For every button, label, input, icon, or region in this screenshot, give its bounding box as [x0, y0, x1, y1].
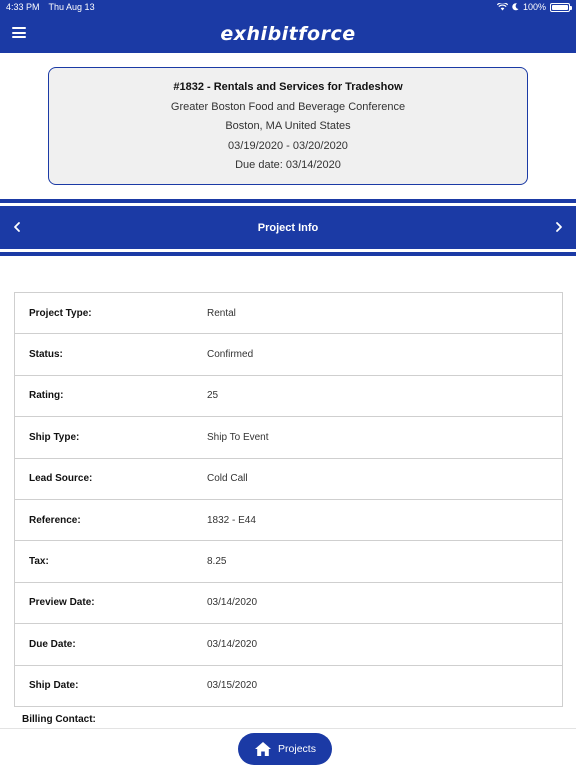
- field-label: Ship Type:: [29, 431, 80, 443]
- status-bar: 4:33 PM Thu Aug 13 100%: [0, 0, 576, 14]
- status-time: 4:33 PM: [6, 2, 40, 12]
- project-location: Boston, MA United States: [225, 120, 351, 132]
- field-value: 25: [207, 390, 219, 402]
- field-label: Project Type:: [29, 307, 92, 319]
- field-label: Tax:: [29, 556, 49, 568]
- chevron-right-icon[interactable]: [553, 220, 565, 234]
- table-row: Ship Type: Ship To Event: [14, 417, 563, 459]
- divider: [0, 199, 576, 203]
- section-nav-band: Project Info: [0, 199, 576, 258]
- field-value: 1832 - E44: [207, 514, 256, 526]
- field-label: Ship Date:: [29, 680, 79, 692]
- projects-button-label: Projects: [278, 743, 316, 755]
- field-label: Lead Source:: [29, 473, 93, 485]
- table-row: Due Date: 03/14/2020: [14, 624, 563, 666]
- table-row: Project Type: Rental: [14, 293, 563, 335]
- section-nav-bar: Project Info: [0, 206, 576, 249]
- field-value: Rental: [207, 307, 236, 319]
- table-row: Preview Date: 03/14/2020: [14, 582, 563, 625]
- table-row: Lead Source: Cold Call: [14, 458, 563, 500]
- table-row: Reference: 1832 - E44: [14, 499, 563, 542]
- bottom-bar: Projects: [0, 728, 576, 768]
- wifi-icon: [496, 3, 508, 11]
- divider: [0, 252, 576, 256]
- table-row: Rating: 25: [14, 375, 563, 418]
- project-dates: 03/19/2020 - 03/20/2020: [228, 139, 348, 152]
- field-value: 03/14/2020: [207, 597, 258, 609]
- project-summary-card: #1832 - Rentals and Services for Tradesh…: [48, 67, 528, 185]
- project-due-date: Due date: 03/14/2020: [235, 159, 341, 171]
- table-row: Tax: 8.25: [14, 541, 563, 583]
- menu-icon[interactable]: [12, 27, 26, 38]
- moon-icon: [512, 3, 519, 11]
- billing-contact-label: Billing Contact:: [22, 714, 96, 725]
- field-label: Status:: [29, 349, 63, 361]
- field-value: 03/14/2020: [207, 638, 258, 650]
- field-label: Preview Date:: [29, 597, 95, 609]
- home-icon: [255, 742, 272, 756]
- section-title: Project Info: [257, 221, 319, 234]
- status-date: Thu Aug 13: [48, 2, 95, 12]
- app-logo: exhibitforce: [220, 22, 356, 45]
- field-value: 8.25: [207, 556, 227, 568]
- project-event: Greater Boston Food and Beverage Confere…: [170, 100, 406, 113]
- table-row: Ship Date: 03/15/2020: [14, 665, 563, 707]
- field-value: Ship To Event: [207, 431, 269, 443]
- battery-icon: [550, 2, 572, 12]
- field-value: Cold Call: [207, 473, 248, 485]
- projects-button[interactable]: Projects: [238, 733, 332, 765]
- battery-percent: 100%: [522, 2, 546, 12]
- field-label: Rating:: [29, 390, 64, 402]
- field-label: Due Date:: [29, 638, 76, 650]
- field-value: 03/15/2020: [207, 680, 258, 692]
- field-label: Reference:: [29, 514, 81, 526]
- project-title: #1832 - Rentals and Services for Tradesh…: [173, 81, 403, 93]
- table-row: Status: Confirmed: [14, 334, 563, 376]
- chevron-left-icon[interactable]: [11, 220, 23, 234]
- top-nav-bar: exhibitforce: [0, 14, 576, 53]
- project-info-table: Project Type: Rental Status: Confirmed R…: [14, 292, 563, 707]
- field-value: Confirmed: [207, 349, 254, 361]
